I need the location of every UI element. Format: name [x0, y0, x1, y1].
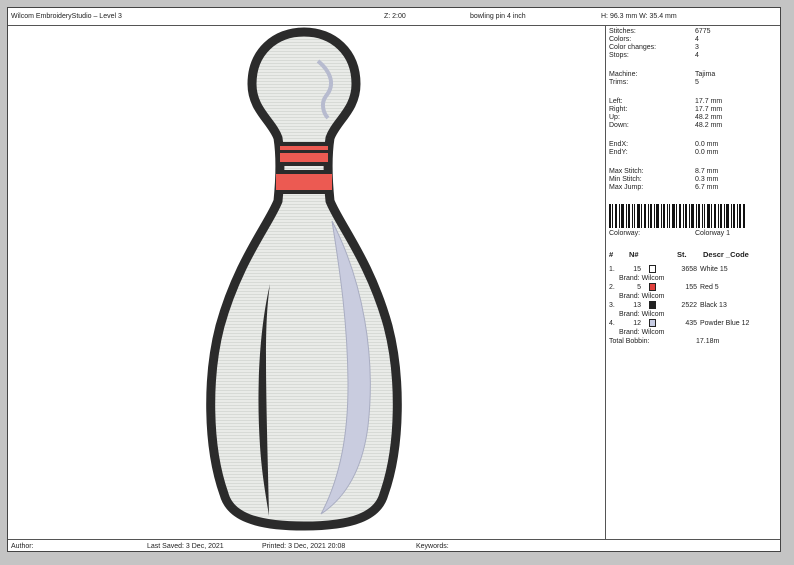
- info-row: Colors: 4: [609, 36, 699, 43]
- thread-col-description: Descr _Code: [703, 250, 749, 259]
- info-row: Right: 17.7 mm: [609, 106, 723, 113]
- thread-swatch: [649, 265, 656, 273]
- info-panel-divider: [605, 25, 606, 539]
- red-stripe-top: [280, 144, 328, 164]
- zoom-level: Z: 2:00: [384, 13, 406, 20]
- app-title: Wilcom EmbroideryStudio – Level 3: [11, 13, 122, 20]
- info-row: Trims: 5: [609, 79, 699, 86]
- thread-swatch: [649, 301, 656, 309]
- info-row: Machine: Tajima: [609, 71, 716, 78]
- bobbin-label: Total Bobbin:: [609, 338, 650, 345]
- thread-swatch: [649, 319, 656, 327]
- thread-col-number: N#: [629, 250, 639, 259]
- thread-row: 2. 5 155 Red 5 Brand: Wilcom: [609, 283, 719, 300]
- print-preview-sheet: Wilcom EmbroideryStudio – Level 3 Z: 2:0…: [7, 7, 781, 552]
- info-row: Stitches: 6775: [609, 28, 711, 35]
- bobbin-value: 17.18m: [696, 338, 720, 345]
- design-canvas[interactable]: [8, 26, 605, 539]
- thread-row: 4. 12 435 Powder Blue 12 Brand: Wilcom: [609, 319, 750, 336]
- thread-row: 3. 13 2522 Black 13 Brand: Wilcom: [609, 301, 727, 318]
- info-row: Min Stitch: 0.3 mm: [609, 176, 719, 183]
- design-name: bowling pin 4 inch: [470, 13, 526, 20]
- design-size: H: 96.3 mm W: 35.4 mm: [601, 13, 677, 20]
- colorway-row: Colorway: Colorway 1: [609, 230, 731, 237]
- info-row: EndX: 0.0 mm: [609, 141, 719, 148]
- footer-printed: Printed: 3 Dec, 2021 20:08: [262, 543, 346, 550]
- barcode: [609, 204, 745, 228]
- thread-col-index: #: [609, 250, 614, 259]
- info-row: Up: 48.2 mm: [609, 114, 723, 121]
- bowling-pin-design: [206, 27, 402, 531]
- info-row: Color changes: 3: [609, 44, 699, 51]
- info-row: Stops: 4: [609, 52, 699, 59]
- info-row: Max Stitch: 8.7 mm: [609, 168, 719, 175]
- thread-row: 1. 15 3658 White 15 Brand: Wilcom: [609, 265, 728, 282]
- footer-author: Author:: [11, 543, 34, 550]
- thread-col-stitches: St.: [677, 250, 687, 259]
- info-row: Max Jump: 6.7 mm: [609, 184, 719, 191]
- footer-keywords: Keywords:: [416, 543, 449, 550]
- red-stripe-bottom: [276, 172, 332, 192]
- info-row: Left: 17.7 mm: [609, 98, 723, 105]
- info-row: Down: 48.2 mm: [609, 122, 723, 129]
- footer-divider: [8, 539, 780, 540]
- info-row: EndY: 0.0 mm: [609, 149, 719, 156]
- footer-last-saved: Last Saved: 3 Dec, 2021: [147, 543, 224, 550]
- thread-swatch: [649, 283, 656, 291]
